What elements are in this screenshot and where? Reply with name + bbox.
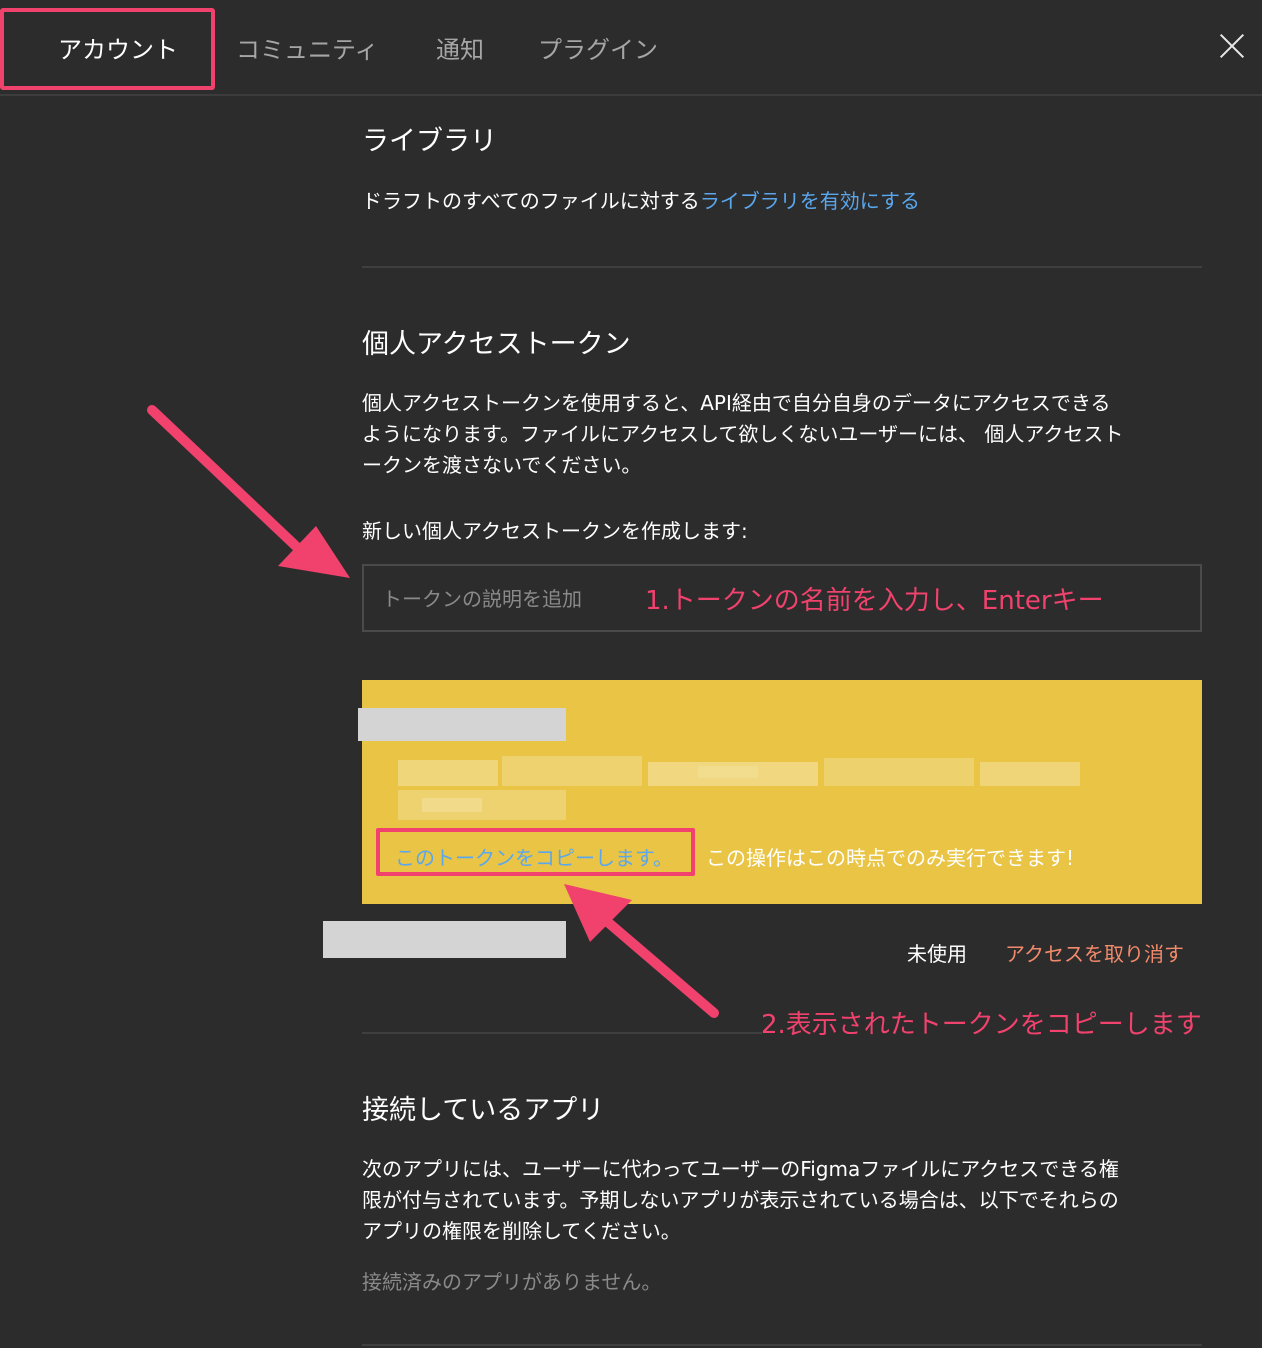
section-divider <box>362 266 1202 268</box>
copy-token-link[interactable]: このトークンをコピーします。 <box>395 842 673 871</box>
create-token-label: 新しい個人アクセストークンを作成します: <box>362 519 748 543</box>
pat-description-line: ようになります。ファイルにアクセスして欲しくないユーザーには、 個人アクセスト <box>362 422 1124 446</box>
pat-description-line: 個人アクセストークンを使用すると、API経由で自分自身のデータにアクセスできる <box>362 391 1111 415</box>
pat-description: 個人アクセストークンを使用すると、API経由で自分自身のデータにアクセスできる … <box>362 388 1222 481</box>
token-description-input[interactable] <box>380 580 644 618</box>
section-divider <box>362 1032 762 1034</box>
no-connected-apps: 接続済みのアプリがありません。 <box>362 1270 662 1294</box>
tab-annotation-highlight <box>0 8 215 90</box>
pat-description-line: ークンを渡さないでください。 <box>362 453 642 477</box>
pat-title: 個人アクセストークン <box>362 329 631 360</box>
tab-plugins[interactable]: プラグイン <box>538 30 658 65</box>
annotation-step-1: 1.トークンの名前を入力し、Enterキー <box>645 586 1104 616</box>
connected-apps-title: 接続しているアプリ <box>362 1095 605 1126</box>
connected-apps-description: 次のアプリには、ユーザーに代わってユーザーのFigmaファイルにアクセスできる権… <box>362 1154 1222 1247</box>
annotation-step-2: 2.表示されたトークンをコピーします <box>761 1010 1202 1040</box>
library-text: ドラフトのすべてのファイルに対する <box>362 189 700 213</box>
redacted-token-value <box>398 756 1080 822</box>
library-title: ライブラリ <box>362 126 497 157</box>
tab-notifications[interactable]: 通知 <box>436 30 484 65</box>
token-status: 未使用 <box>907 942 967 966</box>
connected-apps-line: 次のアプリには、ユーザーに代わってユーザーのFigmaファイルにアクセスできる権 <box>362 1157 1119 1181</box>
section-divider <box>362 1344 1202 1346</box>
enable-library-link[interactable]: ライブラリを有効にする <box>700 189 920 213</box>
connected-apps-line: アプリの権限を削除してください。 <box>362 1219 681 1243</box>
revoke-access-link[interactable]: アクセスを取り消す <box>1005 938 1184 967</box>
arrow-to-token-input <box>147 405 350 578</box>
library-description: ドラフトのすべてのファイルに対するライブラリを有効にする <box>362 186 920 217</box>
tab-community[interactable]: コミュニティ <box>236 30 379 65</box>
redacted-token-name <box>358 708 566 741</box>
close-icon[interactable] <box>1214 28 1250 64</box>
copy-once-note: この操作はこの時点でのみ実行できます! <box>706 846 1075 870</box>
connected-apps-line: 限が付与されています。予期しないアプリが表示されている場合は、以下でそれらの <box>362 1188 1119 1212</box>
redacted-token-label <box>323 921 566 958</box>
